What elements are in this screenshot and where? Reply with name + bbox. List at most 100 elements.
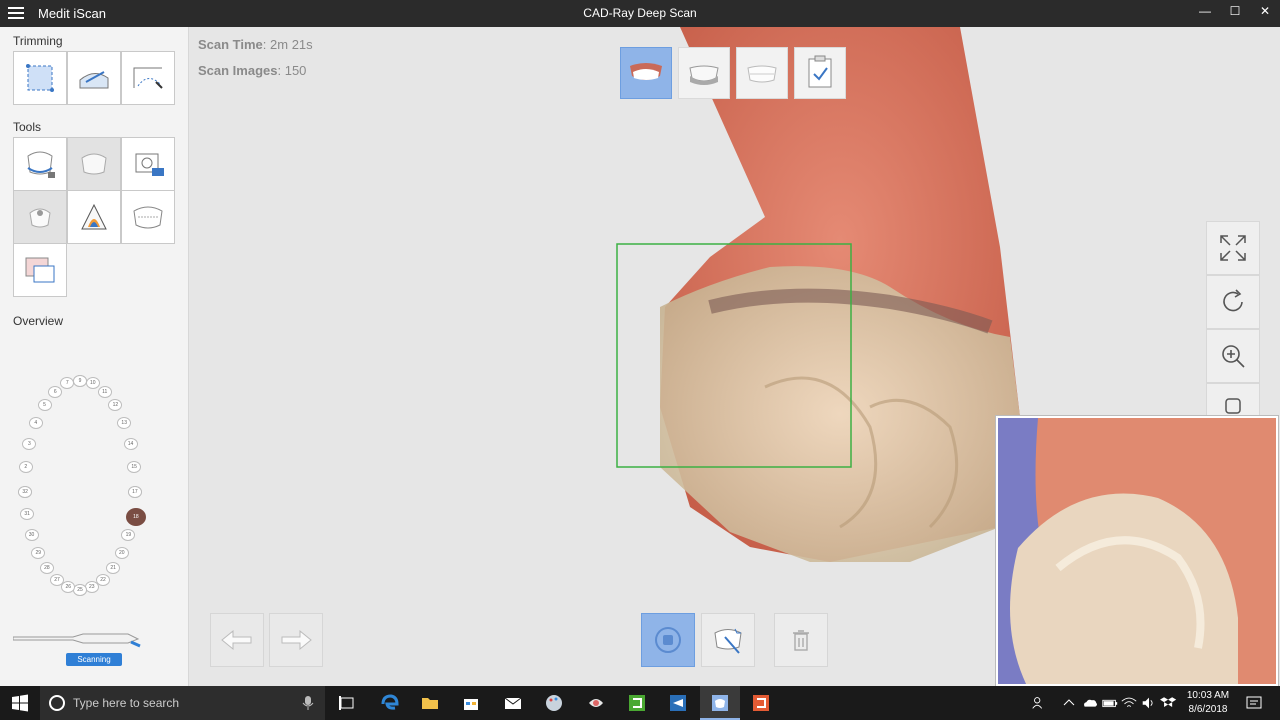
zoom-in-button[interactable] <box>1206 329 1260 383</box>
tooth-25[interactable]: 25 <box>73 583 87 596</box>
color-map-button[interactable] <box>67 190 121 244</box>
tooth-23[interactable]: 23 <box>84 581 99 594</box>
filter-tool-button[interactable] <box>13 190 67 244</box>
arrow-right-icon <box>281 629 312 651</box>
zoom-fit-button[interactable] <box>1206 383 1260 416</box>
tooth-17[interactable]: 17 <box>127 485 142 498</box>
occlusion-stage-button[interactable] <box>736 47 788 99</box>
tools-grid <box>13 137 175 297</box>
redo-button[interactable] <box>269 613 323 667</box>
cad-app-icon[interactable] <box>627 693 647 713</box>
tooth-lock-icon <box>27 151 55 178</box>
tooth-overview-chart: 8765432191011121314151617181920212223242… <box>18 365 170 615</box>
tooth-32[interactable]: 32 <box>18 485 33 498</box>
people-icon[interactable] <box>1030 693 1048 713</box>
mail-icon[interactable] <box>503 693 523 713</box>
paint-palette-icon[interactable] <box>544 693 564 713</box>
tooth-31[interactable]: 31 <box>20 507 35 520</box>
tools-heading: Tools <box>13 120 42 134</box>
tooth-9[interactable]: 9 <box>73 374 87 387</box>
arrow-left-icon <box>221 629 252 651</box>
tooth-28[interactable]: 28 <box>39 562 54 575</box>
mandible-stage-button[interactable] <box>678 47 730 99</box>
tooth-2[interactable]: 2 <box>18 461 33 474</box>
lock-tooth-button[interactable] <box>13 137 67 191</box>
edge-browser-icon[interactable] <box>380 693 400 713</box>
trimming-tools <box>13 51 175 105</box>
tooth-19[interactable]: 19 <box>121 528 136 541</box>
capture-image-icon <box>25 257 55 283</box>
system-clock[interactable]: 10:03 AM 8/6/2018 <box>1180 689 1236 717</box>
lasso-icon <box>79 71 109 89</box>
hd-capture-button[interactable] <box>121 137 175 191</box>
box-select-trim-button[interactable] <box>13 51 67 105</box>
zoom-in-icon <box>1222 345 1245 368</box>
arch-tool-button[interactable] <box>121 190 175 244</box>
microphone-icon[interactable] <box>302 695 314 711</box>
volume-icon[interactable] <box>1140 693 1158 713</box>
onedrive-icon[interactable] <box>1081 693 1099 713</box>
cad-ray-icon[interactable] <box>751 693 771 713</box>
expand-icon <box>1220 235 1246 261</box>
review-stage-button[interactable] <box>794 47 846 99</box>
reset-rotation-button[interactable] <box>1206 275 1260 329</box>
tooth-15[interactable]: 15 <box>127 461 142 474</box>
tooth-10[interactable]: 10 <box>85 377 100 390</box>
maximize-button[interactable]: ☐ <box>1220 4 1250 22</box>
overview-heading: Overview <box>13 314 64 328</box>
close-button[interactable]: ✕ <box>1250 4 1280 22</box>
undo-button[interactable] <box>210 613 264 667</box>
checklist-icon <box>808 55 832 88</box>
tooth-tool-button[interactable] <box>67 137 121 191</box>
tooth-30[interactable]: 30 <box>24 528 39 541</box>
chevron-up-icon[interactable] <box>1062 693 1076 713</box>
scan-images-row: Scan Images: 150 <box>198 63 306 78</box>
windows-taskbar: Type here to search 10:03 AM 8/6/2018 <box>0 686 1280 720</box>
tooth-18[interactable]: 18 <box>125 507 146 526</box>
left-sidebar: Trimming Tools Overview 7 6 5 4 3 2 9 10… <box>0 27 189 686</box>
curve-trim-button[interactable] <box>121 51 175 105</box>
tooth-11[interactable]: 11 <box>97 385 112 398</box>
tooth-6[interactable]: 6 <box>48 385 63 398</box>
file-explorer-icon[interactable] <box>420 693 440 713</box>
tooth-13[interactable]: 13 <box>117 416 132 429</box>
stop-icon <box>655 627 681 653</box>
windows-start-icon[interactable] <box>10 693 30 713</box>
hd-camera-icon <box>135 153 164 176</box>
remote-app-icon[interactable] <box>668 693 688 713</box>
screenshot-tool-button[interactable] <box>13 243 67 297</box>
tooth-3[interactable]: 3 <box>22 437 37 450</box>
tooth-21[interactable]: 21 <box>106 562 121 575</box>
maxilla-stage-button[interactable] <box>620 47 672 99</box>
cortana-icon <box>49 695 65 711</box>
3d-viewer-icon[interactable] <box>586 693 606 713</box>
notification-center-icon[interactable] <box>1244 693 1264 713</box>
scan-images-value: : 150 <box>277 63 307 78</box>
scanner-handpiece-icon <box>13 633 141 648</box>
task-view-icon[interactable] <box>337 693 357 713</box>
tooth-27[interactable]: 27 <box>50 573 65 586</box>
window-title: CAD-Ray Deep Scan <box>583 6 697 20</box>
3d-viewport[interactable]: Scan Time: 2m 21s Scan Images: 150 <box>190 27 1280 686</box>
fit-view-button[interactable] <box>1206 221 1260 275</box>
tooth-5[interactable]: 5 <box>37 399 52 412</box>
battery-icon[interactable] <box>1101 693 1119 713</box>
medit-scan-icon <box>712 695 728 711</box>
ai-scan-filter-button[interactable] <box>701 613 755 667</box>
minimize-button[interactable]: — <box>1190 4 1220 22</box>
stop-scan-button[interactable] <box>641 613 695 667</box>
taskbar-search-box[interactable]: Type here to search <box>40 686 325 720</box>
scan-time-label: Scan Time <box>198 37 263 52</box>
tooth-12[interactable]: 12 <box>108 399 123 412</box>
store-icon[interactable] <box>461 693 481 713</box>
clock-time: 10:03 AM <box>1186 690 1230 701</box>
tooth-29[interactable]: 29 <box>31 547 46 560</box>
tooth-14[interactable]: 14 <box>123 437 138 450</box>
delete-button[interactable] <box>774 613 828 667</box>
wifi-icon[interactable] <box>1120 693 1138 713</box>
lasso-trim-button[interactable] <box>67 51 121 105</box>
dropbox-icon[interactable] <box>1160 693 1178 713</box>
tooth-20[interactable]: 20 <box>114 547 129 560</box>
active-app-tab[interactable] <box>700 686 740 720</box>
tooth-4[interactable]: 4 <box>28 416 43 429</box>
